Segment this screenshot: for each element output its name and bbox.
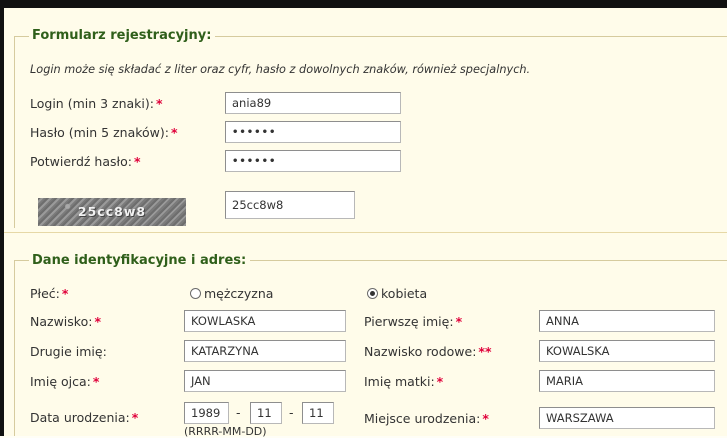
- maiden-name-label: Nazwisko rodowe: **: [364, 344, 492, 359]
- birth-day-input[interactable]: 11: [302, 402, 334, 424]
- registration-legend: Formularz rejestracyjny:: [29, 28, 216, 43]
- date-separator: -: [289, 405, 294, 420]
- surname-label: Nazwisko: *: [30, 314, 101, 329]
- password-label: Hasło (min 5 znaków): *: [30, 125, 178, 140]
- gender-male-label[interactable]: mężczyzna: [204, 286, 273, 301]
- birthplace-input[interactable]: WARSZAWA: [539, 407, 715, 429]
- identity-legend: Dane identyfikacyjne i adres:: [29, 253, 251, 268]
- captcha-input[interactable]: 25cc8w8: [225, 191, 355, 219]
- first-name-label: Pierwszę imię: *: [364, 314, 463, 329]
- surname-input[interactable]: KOWLASKA: [184, 310, 346, 332]
- captcha-image: 25cc8w8: [38, 198, 186, 226]
- gender-male-radio[interactable]: [190, 288, 201, 299]
- gender-female-radio[interactable]: [367, 288, 378, 299]
- date-separator: -: [236, 405, 241, 420]
- password-input[interactable]: ••••••: [225, 121, 401, 143]
- confirm-password-input[interactable]: ••••••: [225, 150, 401, 172]
- confirm-password-label: Potwierdź hasło: *: [30, 154, 141, 169]
- father-name-input[interactable]: JAN: [184, 370, 346, 392]
- birth-month-input[interactable]: 11: [250, 402, 282, 424]
- maiden-name-input[interactable]: KOWALSKA: [539, 340, 715, 362]
- login-input[interactable]: ania89: [225, 92, 401, 114]
- first-name-input[interactable]: ANNA: [539, 310, 715, 332]
- mother-name-label: Imię matki: *: [364, 374, 444, 389]
- birth-date-label: Data urodzenia: *: [30, 410, 139, 425]
- login-label: Login (min 3 znaki): *: [30, 96, 163, 111]
- second-name-input[interactable]: KATARZYNA: [184, 340, 346, 362]
- identity-panel: Dane identyfikacyjne i adres: Płeć: * męż…: [4, 233, 727, 438]
- registration-hint: Login może się składać z liter oraz cyfr…: [30, 63, 531, 76]
- gender-label: Płeć: *: [30, 286, 69, 301]
- second-name-label: Drugie imię:: [30, 344, 107, 359]
- birth-year-input[interactable]: 1989: [184, 402, 229, 424]
- date-format-hint: (RRRR-MM-DD): [184, 425, 267, 438]
- father-name-label: Imię ojca: *: [30, 374, 100, 389]
- gender-female-label[interactable]: kobieta: [381, 286, 427, 301]
- birthplace-label: Miejsce urodzenia: *: [364, 411, 489, 426]
- registration-panel: Formularz rejestracyjny: Login może się …: [4, 8, 727, 233]
- mother-name-input[interactable]: MARIA: [539, 370, 715, 392]
